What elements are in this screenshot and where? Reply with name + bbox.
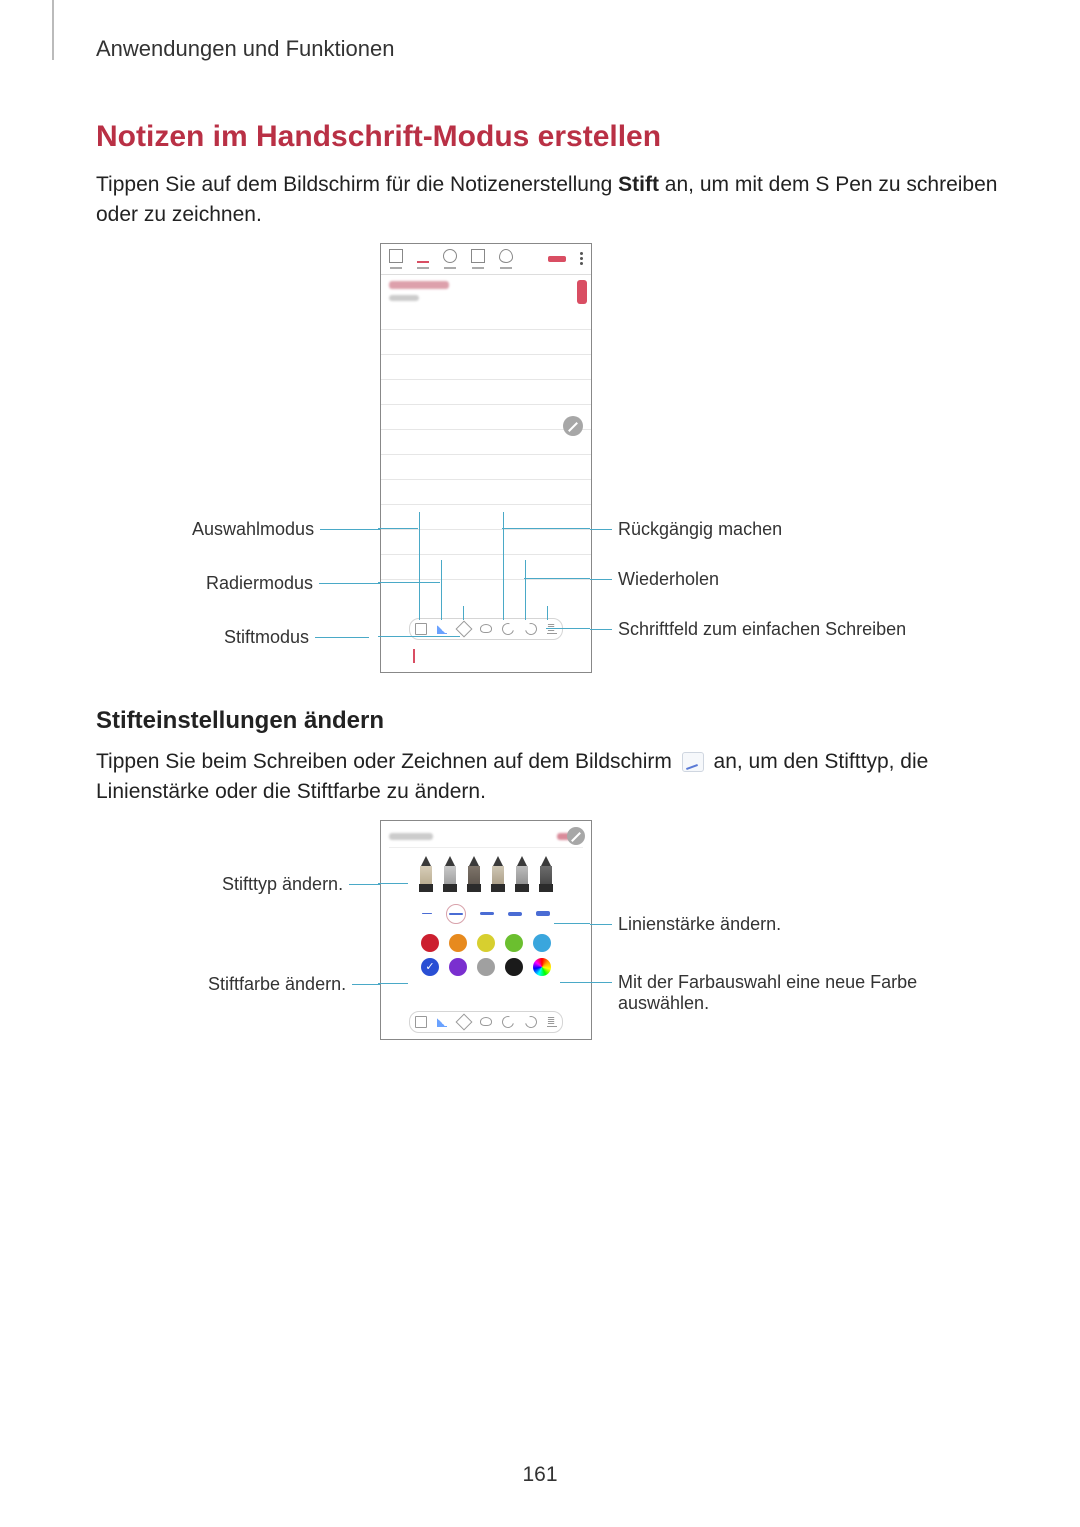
phone-toolbar <box>381 244 591 275</box>
pen-tool-icon <box>437 623 447 634</box>
callout-redo: Wiederholen <box>618 569 719 590</box>
page-number: 161 <box>0 1463 1080 1487</box>
thickness-5 <box>536 911 550 916</box>
undo-icon <box>500 621 516 637</box>
thickness-4 <box>508 912 522 916</box>
select-tool-icon <box>415 623 427 635</box>
nib-marker <box>467 856 481 892</box>
pen-settings-paragraph: Tippen Sie beim Schreiben oder Zeichnen … <box>96 747 1000 808</box>
floating-action-pen-icon <box>563 416 583 436</box>
redo-icon <box>522 621 538 637</box>
phone-mock <box>380 243 592 673</box>
toolbar-image-icon <box>471 249 485 263</box>
swatch-green <box>505 934 523 952</box>
nib-fountain <box>419 856 433 892</box>
section-title: Notizen im Handschrift-Modus erstellen <box>96 120 1000 154</box>
callout-pen-color: Stiftfarbe ändern. <box>208 974 346 995</box>
p-redo-icon <box>522 1014 538 1030</box>
toolbar-brush-icon <box>443 249 457 263</box>
toolbar-more-icon <box>580 252 583 265</box>
text-cursor <box>413 649 415 663</box>
swatch-purple <box>449 958 467 976</box>
pen-type-row <box>381 852 591 900</box>
panel-fab-icon <box>567 827 585 845</box>
callout-select-mode: Auswahlmodus <box>192 519 314 540</box>
callout-pen-mode: Stiftmodus <box>224 627 309 648</box>
callout-erase-mode: Radiermodus <box>206 573 313 594</box>
callout-thickness: Linienstärke ändern. <box>618 914 781 935</box>
toolbar-keyboard-icon <box>389 249 403 263</box>
breadcrumb: Anwendungen und Funktionen <box>96 36 1000 62</box>
inline-pen-icon <box>682 752 704 772</box>
panel-bottom-toolbar <box>409 1011 563 1033</box>
swatch-lightblue <box>533 934 551 952</box>
swatch-black <box>505 958 523 976</box>
swatch-color-picker <box>533 958 551 976</box>
callout-color-picker: Mit der Farbauswahl eine neue Farbe ausw… <box>618 972 938 1014</box>
swatch-yellow <box>477 934 495 952</box>
color-row-1 <box>381 934 591 958</box>
intro-bold: Stift <box>618 173 659 196</box>
panel-title-blur <box>389 833 433 840</box>
toolbar-pen-icon <box>417 249 429 263</box>
p-undo-icon <box>500 1014 516 1030</box>
thickness-1 <box>422 913 432 914</box>
intro-paragraph: Tippen Sie auf dem Bildschirm für die No… <box>96 170 1000 231</box>
color-row-2: ✓ <box>381 958 591 984</box>
figure-pen-settings: Stifttyp ändern. Stiftfarbe ändern. <box>98 820 998 1060</box>
thickness-3 <box>480 912 494 915</box>
swatch-orange <box>449 934 467 952</box>
toolbar-save-icon <box>548 256 566 262</box>
nib-calligraphy <box>443 856 457 892</box>
swatch-blue-selected: ✓ <box>421 958 439 976</box>
textfield-icon <box>547 623 557 634</box>
subsection-title: Stifteinstellungen ändern <box>96 707 1000 735</box>
blurred-title <box>389 281 449 289</box>
bookmark-tab <box>577 280 587 304</box>
figure-handwriting-screen: Auswahlmodus Radiermodus Stiftmodus <box>98 243 998 683</box>
thickness-row <box>381 900 591 934</box>
callout-undo: Rückgängig machen <box>618 519 782 540</box>
eraser-tool-icon <box>455 620 472 637</box>
cloud-tool-icon <box>480 624 492 633</box>
nib-pencil <box>515 856 529 892</box>
nib-brush <box>491 856 505 892</box>
thickness-2-selected <box>446 904 466 924</box>
p-pen-icon <box>437 1016 447 1027</box>
pen-settings-panel: ✓ <box>380 820 592 1040</box>
ruled-paper <box>381 305 591 585</box>
intro-a: Tippen Sie auf dem Bildschirm für die No… <box>96 173 618 196</box>
swatch-red <box>421 934 439 952</box>
callout-pen-type: Stifttyp ändern. <box>222 874 343 895</box>
callout-textfield: Schriftfeld zum einfachen Schreiben <box>618 619 906 640</box>
toolbar-mic-icon <box>499 249 513 263</box>
p-cloud-icon <box>480 1017 492 1026</box>
nib-highlighter <box>539 856 553 892</box>
p-text-icon <box>547 1016 557 1027</box>
swatch-gray <box>477 958 495 976</box>
p2-a: Tippen Sie beim Schreiben oder Zeichnen … <box>96 750 678 773</box>
blurred-subtitle <box>389 295 419 301</box>
p-erase-icon <box>455 1013 472 1030</box>
p-select-icon <box>415 1016 427 1028</box>
